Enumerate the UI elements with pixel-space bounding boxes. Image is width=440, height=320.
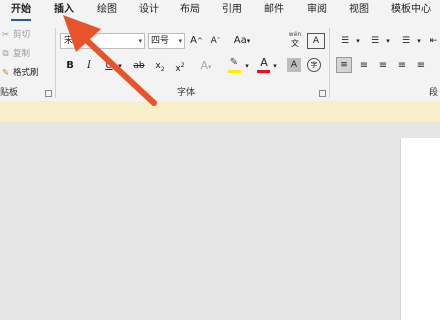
indent-icon: ⇤ <box>429 36 438 46</box>
decrease-indent-button[interactable]: ⇤ <box>427 33 440 49</box>
numbering-button[interactable]: ☰ <box>366 33 384 49</box>
align-right-icon: ≡ <box>378 60 388 71</box>
justify-button[interactable]: ≡ <box>395 58 409 74</box>
font-name-value: 宋 <box>64 36 74 46</box>
change-case-button[interactable]: Aa▾ <box>229 33 255 49</box>
character-border-button[interactable]: A <box>307 33 325 49</box>
chevron-down-icon: ▾ <box>138 37 142 45</box>
font-group-label: 字体 <box>177 88 196 98</box>
font-color-button[interactable]: A <box>257 55 271 71</box>
change-case-icon: Aa <box>233 35 247 46</box>
multilevel-dropdown[interactable]: ▾ <box>415 33 423 49</box>
document-page[interactable] <box>400 138 440 320</box>
ribbon-tabs: 开始 插入 绘图 设计 布局 引用 邮件 审阅 视图 模板中心 <box>0 0 440 22</box>
highlight-color-bar <box>228 70 241 73</box>
tab-design[interactable]: 设计 <box>139 3 159 17</box>
paintbrush-icon: ✎ <box>1 68 10 78</box>
copy-button[interactable]: ⧉ 复制 <box>0 48 30 60</box>
highlight-button[interactable]: ✎ <box>226 55 242 71</box>
highlighter-icon: ✎ <box>229 57 239 68</box>
phonetic-guide-button[interactable]: wén 文 <box>286 30 304 52</box>
tab-home[interactable]: 开始 <box>11 3 31 17</box>
superscript-button[interactable]: x2 <box>172 58 188 74</box>
grow-font-icon: A <box>190 35 197 46</box>
active-tab-indicator <box>11 19 31 21</box>
grow-font-button[interactable]: A^ <box>188 33 205 49</box>
font-name-select[interactable]: 宋 ▾ <box>60 33 145 49</box>
character-shading-button[interactable]: A <box>287 58 301 72</box>
align-center-button[interactable]: ≡ <box>357 58 371 74</box>
enclose-characters-button[interactable]: 字 <box>307 58 321 72</box>
tab-references[interactable]: 引用 <box>222 3 242 17</box>
subscript-button[interactable]: x2 <box>152 58 168 74</box>
distributed-button[interactable]: ≡ <box>414 58 428 74</box>
text-effects-icon: A <box>200 59 208 72</box>
scissors-icon: ✂ <box>1 30 10 40</box>
clipboard-group-label: 贴板 <box>0 88 19 98</box>
highlight-dropdown[interactable]: ▾ <box>243 58 251 74</box>
justify-icon: ≡ <box>397 60 407 71</box>
ribbon-bottom-strip <box>0 101 440 122</box>
phonetic-guide-top: wén <box>288 31 302 38</box>
phonetic-guide-bottom: 文 <box>291 39 299 48</box>
font-size-value: 四号 <box>151 36 170 46</box>
tab-mailings[interactable]: 邮件 <box>264 3 284 17</box>
font-dialog-launcher[interactable] <box>319 90 326 97</box>
format-painter-label: 格式刷 <box>13 68 39 78</box>
tab-review[interactable]: 审阅 <box>307 3 327 17</box>
text-effects-button[interactable]: A▾ <box>196 58 216 74</box>
cut-button[interactable]: ✂ 剪切 <box>0 29 30 41</box>
bullet-list-icon: ☰ <box>340 36 350 46</box>
tab-template-center[interactable]: 模板中心 <box>391 3 431 17</box>
tab-layout[interactable]: 布局 <box>180 3 200 17</box>
format-painter-button[interactable]: ✎ 格式刷 <box>0 67 39 79</box>
bullets-dropdown[interactable]: ▾ <box>354 33 362 49</box>
strikethrough-button[interactable]: ab <box>130 58 148 74</box>
shrink-font-button[interactable]: Aˇ <box>207 33 224 49</box>
character-border-icon: A <box>312 36 320 46</box>
copy-icon: ⧉ <box>2 49 9 59</box>
font-color-dropdown[interactable]: ▾ <box>271 58 279 74</box>
ribbon: 开始 插入 绘图 设计 布局 引用 邮件 审阅 视图 模板中心 ✂ 剪切 ⧉ 复制 … <box>0 0 440 101</box>
align-left-button[interactable]: ≡ <box>336 57 352 73</box>
multilevel-list-button[interactable]: ☰ <box>397 33 415 49</box>
cut-label: 剪切 <box>13 30 31 40</box>
copy-label: 复制 <box>13 49 31 59</box>
bullets-button[interactable]: ☰ <box>336 33 354 49</box>
paragraph-group-label: 段 <box>429 88 439 98</box>
distributed-icon: ≡ <box>416 60 426 71</box>
font-color-bar <box>257 70 270 73</box>
italic-button[interactable]: I <box>82 58 96 74</box>
align-left-icon: ≡ <box>340 60 348 70</box>
chevron-down-icon: ▾ <box>178 37 182 45</box>
group-divider <box>329 28 330 98</box>
group-divider <box>55 28 56 98</box>
underline-dropdown[interactable]: ▾ <box>116 58 124 74</box>
bold-button[interactable]: B <box>63 58 77 74</box>
tab-insert[interactable]: 插入 <box>54 3 74 17</box>
multilevel-list-icon: ☰ <box>401 36 411 46</box>
tab-draw[interactable]: 绘图 <box>97 3 117 17</box>
numbered-list-icon: ☰ <box>370 36 380 46</box>
align-center-icon: ≡ <box>359 60 369 71</box>
clipboard-dialog-launcher[interactable] <box>45 90 52 97</box>
tab-view[interactable]: 视图 <box>349 3 369 17</box>
underline-button[interactable]: U <box>102 58 116 74</box>
align-right-button[interactable]: ≡ <box>376 58 390 74</box>
numbering-dropdown[interactable]: ▾ <box>384 33 392 49</box>
document-canvas <box>0 122 440 320</box>
font-size-select[interactable]: 四号 ▾ <box>148 33 185 49</box>
